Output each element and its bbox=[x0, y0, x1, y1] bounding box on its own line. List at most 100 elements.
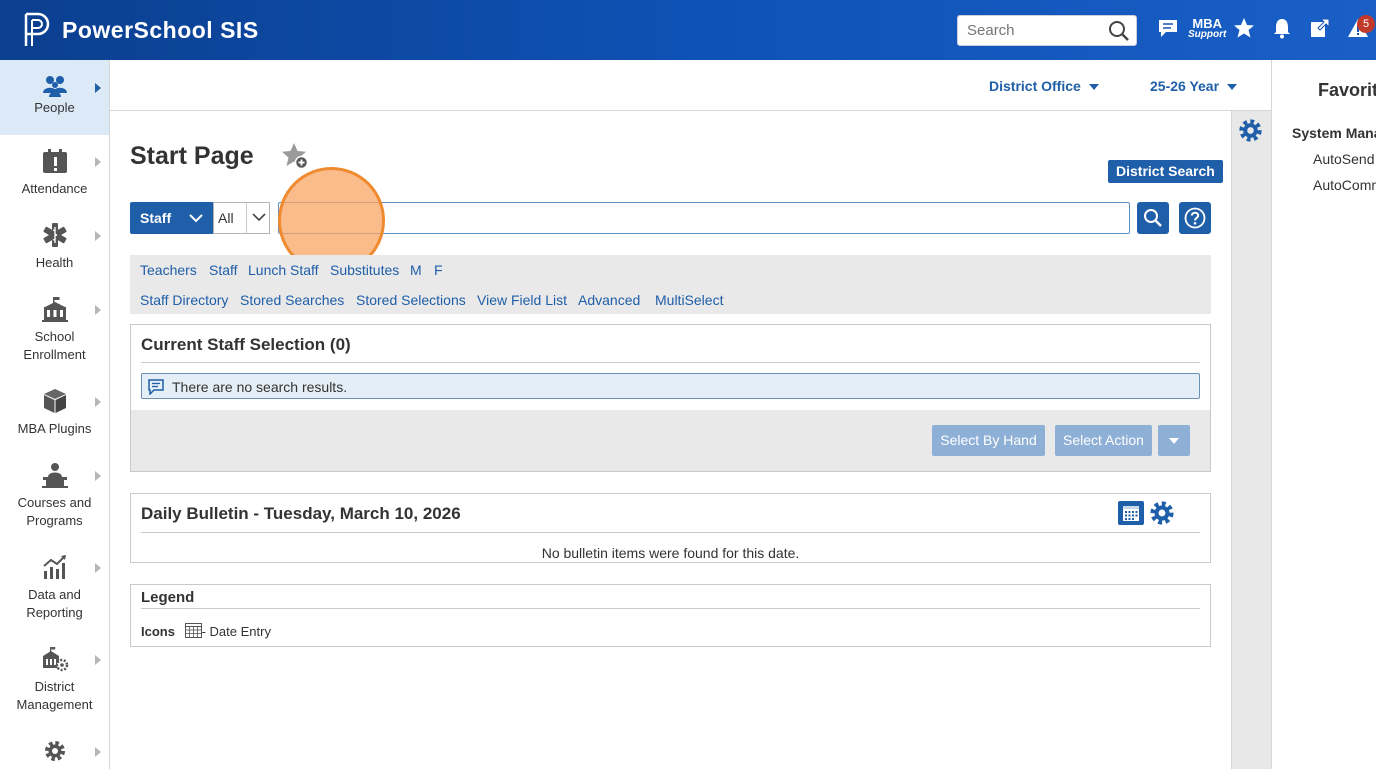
term-selector[interactable]: 25-26 Year bbox=[1150, 78, 1238, 94]
caret-down-icon bbox=[1227, 84, 1238, 91]
calendar-icon bbox=[184, 623, 202, 638]
caret-right-icon bbox=[95, 747, 101, 757]
daily-bulletin-title: Daily Bulletin - Tuesday, March 10, 2026 bbox=[141, 504, 461, 523]
gear-icon[interactable] bbox=[1237, 117, 1264, 144]
quicklink-substitutes[interactable]: Substitutes bbox=[330, 262, 399, 278]
search-icon[interactable] bbox=[1108, 20, 1130, 42]
star-icon[interactable] bbox=[1233, 17, 1255, 39]
caret-down-icon bbox=[1088, 84, 1099, 91]
brand-title[interactable]: PowerSchool SIS bbox=[62, 17, 259, 44]
search-submit-button[interactable] bbox=[1137, 202, 1169, 234]
caret-right-icon bbox=[95, 231, 101, 241]
mba-support-line2: Support bbox=[1188, 29, 1227, 40]
district-search-button[interactable]: District Search bbox=[1108, 160, 1223, 183]
page-settings-rail bbox=[1231, 111, 1271, 769]
divider bbox=[141, 608, 1200, 609]
gear-icon[interactable] bbox=[1148, 499, 1176, 527]
favorites-link[interactable]: AutoSend bbox=[1313, 151, 1375, 167]
courses-icon bbox=[41, 463, 68, 488]
caret-right-icon bbox=[95, 305, 101, 315]
divider bbox=[141, 532, 1200, 533]
quicklink-lunch-staff[interactable]: Lunch Staff bbox=[248, 262, 319, 278]
mba-support-link[interactable]: MBA Support bbox=[1188, 17, 1226, 40]
chevron-down-icon bbox=[246, 203, 267, 233]
quicklink-multiselect[interactable]: MultiSelect bbox=[655, 292, 723, 308]
quicklink-advanced[interactable]: Advanced bbox=[578, 292, 640, 308]
chart-icon bbox=[42, 555, 66, 579]
quicklink-female[interactable]: F bbox=[434, 262, 443, 278]
quicklink-staff[interactable]: Staff bbox=[209, 262, 238, 278]
staff-search-field[interactable] bbox=[278, 202, 1130, 234]
quick-links: Teachers Staff Lunch Staff Substitutes M… bbox=[130, 255, 1211, 314]
bulletin-calendar-button[interactable] bbox=[1118, 501, 1144, 525]
favorites-title: Favorit bbox=[1318, 80, 1376, 100]
sidebar-item-attendance[interactable]: Attendance bbox=[0, 144, 109, 210]
page-title: Start Page bbox=[130, 142, 254, 170]
quicklink-stored-searches[interactable]: Stored Searches bbox=[240, 292, 344, 308]
search-type-dropdown[interactable]: Staff bbox=[130, 202, 213, 234]
quicklink-stored-selections[interactable]: Stored Selections bbox=[356, 292, 466, 308]
school-icon bbox=[41, 297, 68, 322]
legend-panel: Legend Icons - Date Entry bbox=[130, 584, 1211, 647]
quicklink-male[interactable]: M bbox=[410, 262, 422, 278]
add-favorite-icon[interactable] bbox=[280, 141, 310, 171]
help-icon bbox=[1184, 207, 1206, 229]
sidebar-item-school-enrollment[interactable]: School Enrollment bbox=[0, 292, 109, 366]
sidebar-item-district-management[interactable]: District Management bbox=[0, 642, 109, 716]
chevron-down-icon bbox=[189, 214, 203, 223]
district-icon bbox=[42, 647, 68, 672]
no-results-notice: There are no search results. bbox=[141, 373, 1200, 399]
caret-right-icon bbox=[95, 83, 101, 93]
sidebar-item-data-and-reporting[interactable]: Data and Reporting bbox=[0, 550, 109, 624]
plugin-icon bbox=[43, 389, 66, 413]
legend-icons-label: Icons bbox=[141, 624, 175, 639]
legend-row: Icons - Date Entry bbox=[141, 623, 271, 639]
bell-icon[interactable] bbox=[1271, 17, 1293, 39]
search-help-button[interactable] bbox=[1179, 202, 1211, 234]
current-selection-panel: Current Staff Selection (0) There are no… bbox=[130, 324, 1211, 472]
caret-right-icon bbox=[95, 397, 101, 407]
chat-icon[interactable] bbox=[1157, 17, 1179, 39]
search-icon bbox=[1144, 209, 1162, 227]
sidebar-label-people: People bbox=[34, 100, 75, 115]
select-action-dropdown-button[interactable] bbox=[1158, 425, 1190, 456]
sidebar-item-courses-and-programs[interactable]: Courses and Programs bbox=[0, 458, 109, 532]
caret-right-icon bbox=[95, 655, 101, 665]
sidebar-label-attendance: Attendance bbox=[21, 181, 88, 196]
select-by-hand-button[interactable]: Select By Hand bbox=[932, 425, 1045, 456]
daily-bulletin-panel: Daily Bulletin - Tuesday, March 10, 2026… bbox=[130, 493, 1211, 563]
sidebar-label-mba-plugins: MBA Plugins bbox=[17, 421, 92, 436]
caret-right-icon bbox=[95, 157, 101, 167]
search-scope-dropdown[interactable]: All bbox=[213, 202, 270, 234]
search-scope-label: All bbox=[218, 210, 234, 226]
caret-right-icon bbox=[95, 563, 101, 573]
alert-count-badge[interactable]: 5 bbox=[1357, 15, 1375, 33]
sidebar-item-people[interactable]: People bbox=[0, 60, 109, 135]
school-selector[interactable]: District Office bbox=[989, 78, 1099, 94]
caret-down-icon bbox=[1169, 438, 1179, 444]
external-link-icon[interactable] bbox=[1309, 17, 1331, 39]
sidebar-label-district-management: District Management bbox=[16, 679, 93, 712]
school-selector-label: District Office bbox=[989, 78, 1081, 94]
gear-icon bbox=[44, 741, 65, 761]
sidebar-item-mba-plugins[interactable]: MBA Plugins bbox=[0, 384, 109, 450]
global-search-input[interactable] bbox=[958, 16, 1098, 45]
legend-title: Legend bbox=[141, 589, 195, 606]
sidebar-label-courses-and-programs: Courses and Programs bbox=[17, 495, 92, 528]
sidebar-item-system[interactable] bbox=[0, 734, 109, 769]
quicklink-teachers[interactable]: Teachers bbox=[140, 262, 197, 278]
sidebar-item-health[interactable]: Health bbox=[0, 218, 109, 284]
term-selector-label: 25-26 Year bbox=[1150, 78, 1220, 94]
global-search[interactable] bbox=[957, 15, 1137, 46]
powerschool-logo-icon[interactable] bbox=[22, 12, 54, 48]
calendar-icon bbox=[1123, 506, 1139, 521]
staff-search-input[interactable] bbox=[279, 203, 1119, 233]
favorites-link[interactable]: AutoComm bbox=[1313, 177, 1376, 193]
select-action-button[interactable]: Select Action bbox=[1055, 425, 1152, 456]
legend-date-entry: - Date Entry bbox=[201, 624, 271, 639]
quicklink-staff-directory[interactable]: Staff Directory bbox=[140, 292, 228, 308]
top-header: PowerSchool SIS MBA Support 5 bbox=[0, 0, 1376, 60]
sidebar-label-data-and-reporting: Data and Reporting bbox=[26, 587, 83, 620]
people-icon bbox=[42, 76, 67, 97]
quicklink-view-field-list[interactable]: View Field List bbox=[477, 292, 567, 308]
